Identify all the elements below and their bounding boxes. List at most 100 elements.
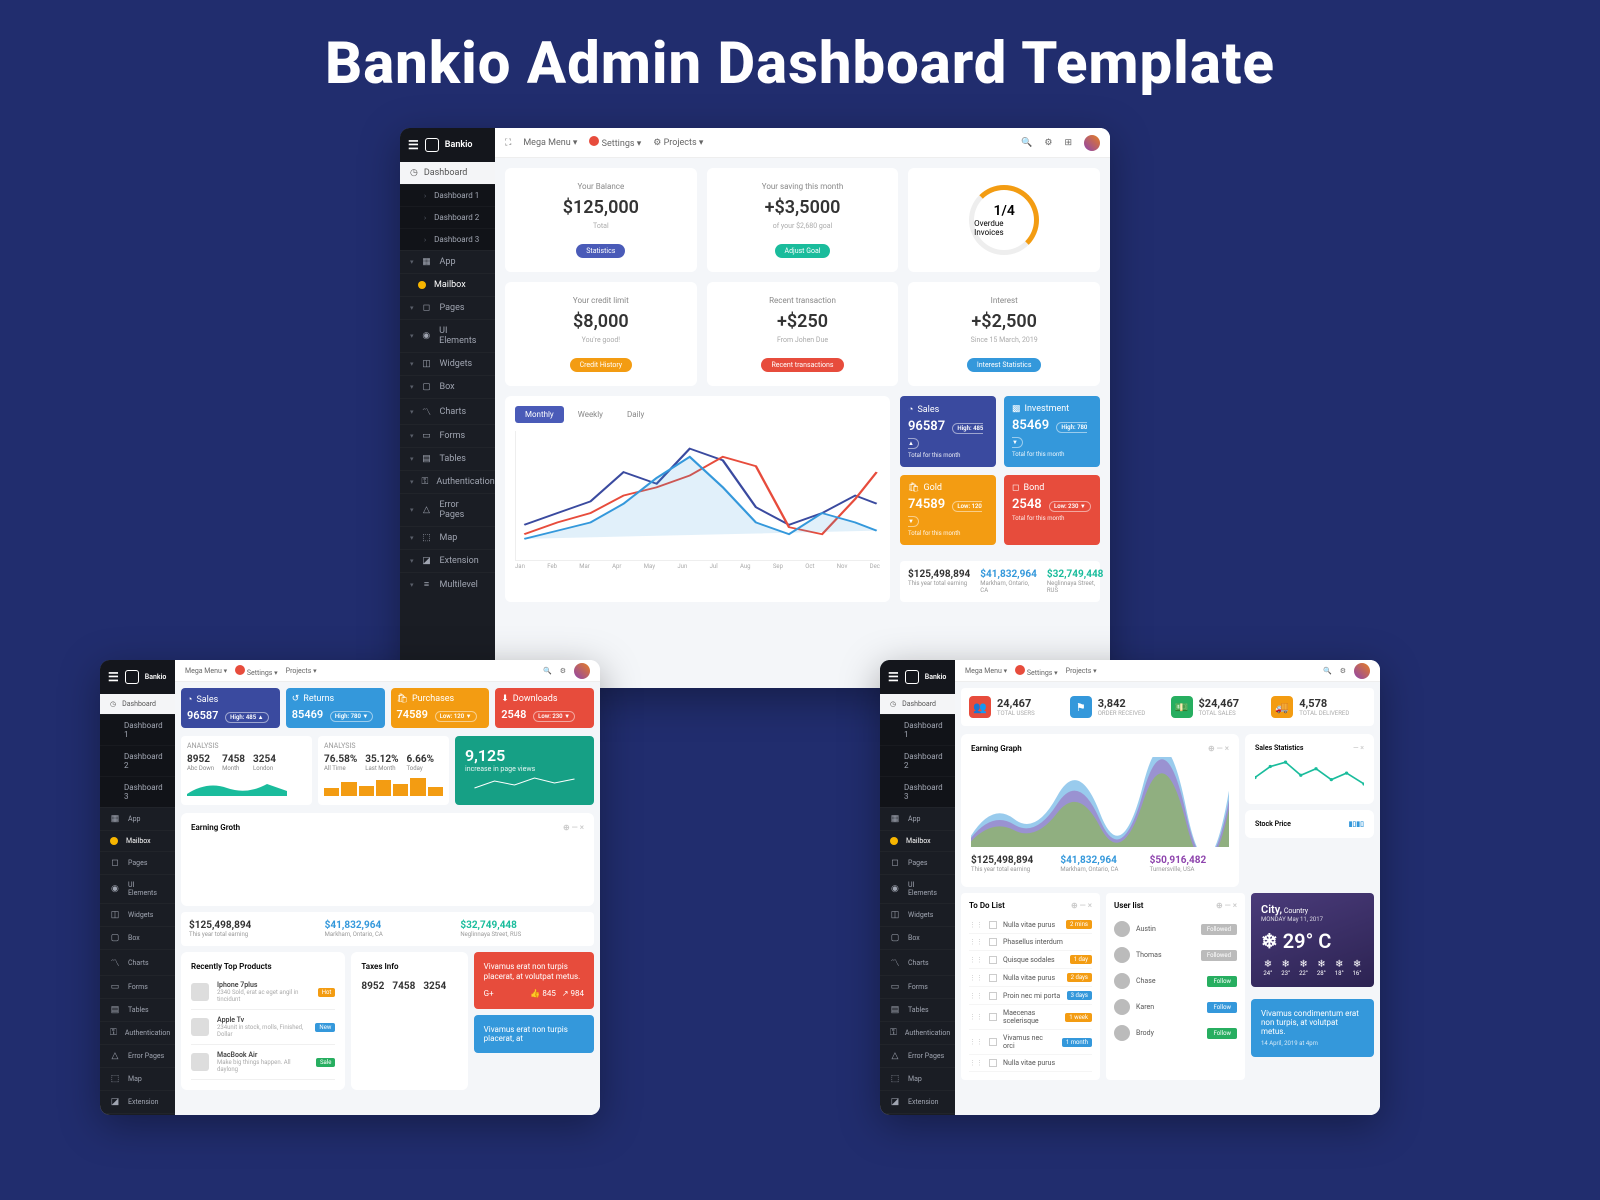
- sidebar-item-d3[interactable]: Dashboard 3: [100, 776, 175, 807]
- sidebar-item-mailbox[interactable]: Mailbox: [400, 273, 495, 296]
- tab-daily[interactable]: Daily: [617, 406, 654, 423]
- gplus-icon[interactable]: G+: [484, 989, 494, 999]
- settings-menu[interactable]: Settings ▾: [235, 665, 278, 677]
- sidebar-item-charts[interactable]: 〽Charts: [100, 949, 175, 975]
- menu-icon[interactable]: ☰: [108, 670, 119, 684]
- search-icon[interactable]: 🔍: [543, 667, 552, 675]
- avatar[interactable]: [1084, 135, 1100, 151]
- todo-item[interactable]: ⋮⋮Vivamus nec orci1 month: [969, 1030, 1092, 1055]
- sidebar-item-multi[interactable]: ≡Multilevel: [880, 1113, 955, 1115]
- sidebar-item-app[interactable]: ▦App: [100, 807, 175, 830]
- sidebar-item-forms[interactable]: ▾▭Forms: [400, 424, 495, 447]
- sidebar-item-map[interactable]: ⬚Map: [880, 1067, 955, 1090]
- sidebar-item-pages[interactable]: ▾◻Pages: [400, 296, 495, 319]
- apps-icon[interactable]: ⊞: [1064, 138, 1072, 148]
- sidebar-item-mailbox[interactable]: Mailbox: [880, 830, 955, 851]
- card-actions[interactable]: ⊕ — ×: [1216, 901, 1237, 910]
- sidebar-item-d1[interactable]: Dashboard 1: [880, 714, 955, 745]
- sidebar-item-widgets[interactable]: ▾◫Widgets: [400, 352, 495, 375]
- follow-button[interactable]: Follow: [1207, 1028, 1237, 1039]
- todo-item[interactable]: ⋮⋮Maecenas scelerisque1 week: [969, 1005, 1092, 1030]
- avatar[interactable]: [574, 663, 590, 679]
- sidebar-item-multi[interactable]: ≡Multilevel: [100, 1113, 175, 1115]
- sidebar-item-tables[interactable]: ▤Tables: [100, 998, 175, 1021]
- sidebar-item-widgets[interactable]: ◫Widgets: [100, 903, 175, 926]
- sidebar-item-dashboard2[interactable]: ›Dashboard 2: [400, 206, 495, 228]
- settings-menu[interactable]: Settings ▾: [589, 136, 641, 149]
- projects-menu[interactable]: Projects ▾: [286, 667, 317, 675]
- menu-icon[interactable]: ☰: [888, 670, 899, 684]
- sidebar-item-box[interactable]: ▾▢Box: [400, 375, 495, 398]
- interest-stats-button[interactable]: Interest Statistics: [967, 358, 1042, 372]
- sidebar-item-map[interactable]: ▾⬚Map: [400, 526, 495, 549]
- sidebar-item-auth[interactable]: ⚿Authentication: [880, 1021, 955, 1044]
- tab-monthly[interactable]: Monthly: [515, 406, 564, 423]
- sidebar-item-extension[interactable]: ▾◪Extension: [400, 549, 495, 572]
- todo-item[interactable]: ⋮⋮Nulla vitae purus: [969, 1055, 1092, 1072]
- card-actions[interactable]: ⊕ — ×: [563, 823, 584, 832]
- fullscreen-icon[interactable]: ⛶: [505, 138, 511, 148]
- sidebar-item-d3[interactable]: Dashboard 3: [880, 776, 955, 807]
- sidebar-item-app[interactable]: ▦App: [880, 807, 955, 830]
- search-icon[interactable]: 🔍: [1323, 667, 1332, 675]
- sidebar-item-pages[interactable]: ◻Pages: [880, 851, 955, 874]
- sidebar-item-ui[interactable]: ◉UI Elements: [100, 874, 175, 903]
- sidebar-item-dashboard3[interactable]: ›Dashboard 3: [400, 228, 495, 250]
- follow-button[interactable]: Follow: [1207, 976, 1237, 987]
- product-row[interactable]: Iphone 7plus2340 Sold, erat ac eget angi…: [191, 975, 335, 1010]
- menu-icon[interactable]: ☰: [408, 138, 419, 152]
- credit-history-button[interactable]: Credit History: [570, 358, 633, 372]
- todo-item[interactable]: ⋮⋮Nulla vitae purus2 mins: [969, 916, 1092, 934]
- todo-item[interactable]: ⋮⋮Nulla vitae purus2 days: [969, 969, 1092, 987]
- sidebar-item-d1[interactable]: Dashboard 1: [100, 714, 175, 745]
- gear-icon[interactable]: ⚙: [1044, 138, 1052, 148]
- gear-icon[interactable]: ⚙: [1340, 667, 1346, 675]
- sidebar-item-charts[interactable]: ▾〽Charts: [400, 398, 495, 424]
- sidebar-item-error[interactable]: △Error Pages: [880, 1044, 955, 1067]
- sidebar-item-box[interactable]: ▢Box: [880, 926, 955, 949]
- recent-transactions-button[interactable]: Recent transactions: [761, 358, 843, 372]
- sidebar-item-auth[interactable]: ⚿Authentication: [100, 1021, 175, 1044]
- product-row[interactable]: MacBook AirMake big things happen. All d…: [191, 1045, 335, 1080]
- sidebar-item-ui[interactable]: ▾◉UI Elements: [400, 319, 495, 352]
- product-row[interactable]: Apple Tv234unit in stock, molls, Finishe…: [191, 1010, 335, 1045]
- adjust-goal-button[interactable]: Adjust Goal: [775, 244, 831, 258]
- sidebar-item-forms[interactable]: ▭Forms: [880, 975, 955, 998]
- gear-icon[interactable]: ⚙: [560, 667, 566, 675]
- card-actions[interactable]: ⊕ — ×: [1208, 744, 1229, 753]
- mega-menu[interactable]: Mega Menu ▾: [523, 138, 577, 148]
- like-icon[interactable]: 👍 845: [530, 989, 555, 999]
- sidebar-item-mailbox[interactable]: Mailbox: [100, 830, 175, 851]
- todo-item[interactable]: ⋮⋮Proin nec mi porta3 days: [969, 987, 1092, 1005]
- follow-button[interactable]: Followed: [1201, 924, 1237, 935]
- todo-item[interactable]: ⋮⋮Phasellus interdum: [969, 934, 1092, 951]
- search-icon[interactable]: 🔍: [1021, 138, 1032, 148]
- follow-button[interactable]: Follow: [1207, 1002, 1237, 1013]
- sidebar-item-error[interactable]: ▾△Error Pages: [400, 493, 495, 526]
- sidebar-item-multilevel[interactable]: ▾≡Multilevel: [400, 572, 495, 596]
- settings-menu[interactable]: Settings ▾: [1015, 665, 1058, 677]
- sidebar-item-d2[interactable]: Dashboard 2: [880, 745, 955, 776]
- sidebar-item-tables[interactable]: ▾▤Tables: [400, 447, 495, 470]
- projects-menu[interactable]: ⚙ Projects ▾: [653, 138, 703, 148]
- sidebar-item-charts[interactable]: 〽Charts: [880, 949, 955, 975]
- sidebar-item-map[interactable]: ⬚Map: [100, 1067, 175, 1090]
- sidebar-item-ext[interactable]: ◪Extension: [880, 1090, 955, 1113]
- sidebar-item-forms[interactable]: ▭Forms: [100, 975, 175, 998]
- mega-menu[interactable]: Mega Menu ▾: [965, 667, 1007, 675]
- follow-button[interactable]: Followed: [1201, 950, 1237, 961]
- mega-menu[interactable]: Mega Menu ▾: [185, 667, 227, 675]
- statistics-button[interactable]: Statistics: [576, 244, 625, 258]
- sidebar-item-pages[interactable]: ◻Pages: [100, 851, 175, 874]
- share-icon[interactable]: ↗ 984: [562, 989, 584, 999]
- sidebar-item-box[interactable]: ▢Box: [100, 926, 175, 949]
- sidebar-item-ui[interactable]: ◉UI Elements: [880, 874, 955, 903]
- avatar[interactable]: [1354, 663, 1370, 679]
- sidebar-item-widgets[interactable]: ◫Widgets: [880, 903, 955, 926]
- tab-weekly[interactable]: Weekly: [568, 406, 613, 423]
- sidebar-item-ext[interactable]: ◪Extension: [100, 1090, 175, 1113]
- sidebar-item-error[interactable]: △Error Pages: [100, 1044, 175, 1067]
- card-actions[interactable]: ⊕ — ×: [1071, 901, 1092, 910]
- sidebar-item-app[interactable]: ▾▦App: [400, 250, 495, 273]
- sidebar-item-dashboard1[interactable]: ›Dashboard 1: [400, 184, 495, 206]
